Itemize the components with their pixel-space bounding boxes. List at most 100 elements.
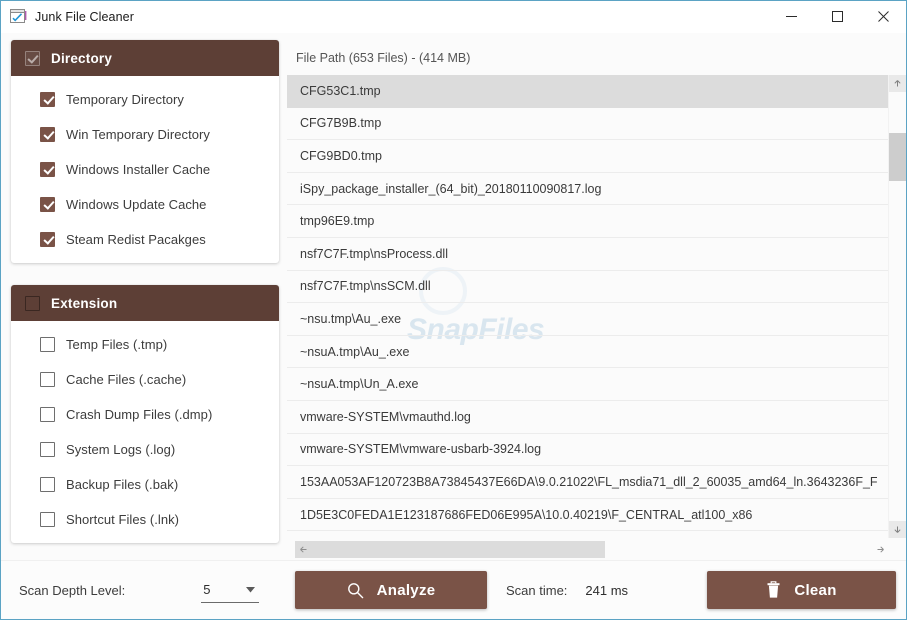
extension-options-list: Temp Files (.tmp) Cache Files (.cache) C… (11, 321, 279, 543)
analyze-button[interactable]: Analyze (295, 571, 487, 609)
scroll-left-arrow-icon (300, 545, 307, 553)
horizontal-scrollbar-row (287, 538, 906, 560)
checkbox-cache-files[interactable] (40, 371, 55, 387)
extension-option-cache-files[interactable]: Cache Files (.cache) (11, 369, 279, 389)
window-title: Junk File Cleaner (35, 9, 134, 24)
scrollbar-corner (889, 538, 906, 560)
scroll-up-button[interactable] (889, 75, 906, 92)
table-row[interactable]: 153AA053AF120723B8A73845437E66DA\9.0.210… (287, 466, 888, 499)
vertical-scroll-thumb[interactable] (889, 133, 906, 181)
checkbox-backup-files[interactable] (40, 476, 55, 492)
directory-option-steam-redist-packages[interactable]: Steam Redist Pacakges (11, 229, 279, 249)
file-list-rows[interactable]: SnapFiles CFG53C1.tmp CFG7B9B.tmp CFG9BD… (287, 75, 888, 538)
checkbox-temp-files[interactable] (40, 336, 55, 352)
scan-time-value: 241 ms (585, 582, 629, 598)
analyze-button-label: Analyze (376, 581, 436, 599)
label-crash-dump-files: Crash Dump Files (.dmp) (66, 406, 213, 422)
directory-option-windows-installer-cache[interactable]: Windows Installer Cache (11, 159, 279, 179)
file-list-body: SnapFiles CFG53C1.tmp CFG7B9B.tmp CFG9BD… (287, 75, 906, 538)
app-window: Junk File Cleaner Directory Temporary Di… (0, 0, 907, 620)
checkbox-steam-redist-packages[interactable] (40, 231, 55, 247)
scroll-right-arrow-icon (877, 545, 884, 553)
horizontal-scroll-thumb[interactable] (295, 540, 605, 558)
label-win-temporary-directory: Win Temporary Directory (66, 126, 210, 142)
scroll-down-button[interactable] (889, 521, 906, 538)
scan-depth-value: 5 (203, 582, 211, 597)
directory-option-temporary-directory[interactable]: Temporary Directory (11, 89, 279, 109)
scan-depth-label: Scan Depth Level: (19, 582, 126, 598)
checkbox-system-logs[interactable] (40, 441, 55, 457)
directory-select-all-checkbox[interactable] (25, 50, 40, 66)
label-steam-redist-packages: Steam Redist Pacakges (66, 231, 206, 247)
scan-time-label: Scan time: (506, 582, 568, 598)
extension-option-shortcut-files[interactable]: Shortcut Files (.lnk) (11, 509, 279, 529)
table-row[interactable]: CFG7B9B.tmp (287, 108, 888, 141)
file-list-column: File Path (653 Files) - (414 MB) SnapFil… (279, 33, 906, 560)
checkbox-windows-update-cache[interactable] (40, 196, 55, 212)
title-bar: Junk File Cleaner (1, 1, 906, 33)
extension-option-temp-files[interactable]: Temp Files (.tmp) (11, 334, 279, 354)
vertical-scrollbar[interactable] (888, 75, 906, 538)
table-row[interactable]: nsf7C7F.tmp\nsSCM.dll (287, 271, 888, 304)
table-row[interactable]: iSpy_package_installer_(64_bit)_20180110… (287, 173, 888, 206)
vertical-scroll-track[interactable] (889, 92, 906, 521)
search-icon (347, 582, 363, 598)
label-windows-update-cache: Windows Update Cache (66, 196, 207, 212)
bottom-toolbar: Scan Depth Level: 5 Analyze Scan time: 2… (1, 560, 906, 619)
table-row[interactable]: tmp96E9.tmp (287, 205, 888, 238)
table-row[interactable]: vmware-SYSTEM\vmauthd.log (287, 401, 888, 434)
scroll-left-button[interactable] (295, 541, 312, 558)
scan-depth-select[interactable]: 5 (201, 577, 260, 603)
directory-panel-title: Directory (51, 50, 113, 66)
scroll-right-button[interactable] (872, 541, 889, 558)
maximize-icon (831, 11, 843, 22)
checkbox-shortcut-files[interactable] (40, 511, 55, 527)
close-icon (877, 11, 889, 22)
table-row[interactable]: ~nsu.tmp\Au_.exe (287, 303, 888, 336)
extension-option-crash-dump-files[interactable]: Crash Dump Files (.dmp) (11, 404, 279, 424)
checkbox-win-temporary-directory[interactable] (40, 126, 55, 142)
file-list-header: File Path (653 Files) - (414 MB) (287, 40, 906, 75)
clean-button-label: Clean (794, 581, 837, 599)
label-temporary-directory: Temporary Directory (66, 91, 184, 107)
extension-panel-header[interactable]: Extension (11, 285, 279, 321)
label-temp-files: Temp Files (.tmp) (66, 336, 168, 352)
app-window-check-icon (10, 9, 27, 24)
trash-icon (767, 581, 780, 598)
checkbox-windows-installer-cache[interactable] (40, 161, 55, 177)
label-windows-installer-cache: Windows Installer Cache (66, 161, 211, 177)
checkbox-crash-dump-files[interactable] (40, 406, 55, 422)
minimize-button[interactable] (768, 1, 814, 32)
table-row[interactable]: ~nsuA.tmp\Un_A.exe (287, 368, 888, 401)
table-row[interactable]: CFG9BD0.tmp (287, 140, 888, 173)
options-column: Directory Temporary Directory Win Tempor… (1, 33, 279, 560)
horizontal-scrollbar[interactable] (295, 538, 889, 560)
label-shortcut-files: Shortcut Files (.lnk) (66, 511, 180, 527)
extension-panel: Extension Temp Files (.tmp) Cache Files … (11, 285, 279, 543)
label-backup-files: Backup Files (.bak) (66, 476, 179, 492)
label-cache-files: Cache Files (.cache) (66, 371, 187, 387)
scan-time: Scan time: 241 ms (506, 583, 628, 598)
extension-panel-title: Extension (51, 295, 118, 311)
directory-panel-header[interactable]: Directory (11, 40, 279, 76)
table-row[interactable]: ~nsuA.tmp\Au_.exe (287, 336, 888, 369)
minimize-icon (785, 16, 797, 17)
extension-option-backup-files[interactable]: Backup Files (.bak) (11, 474, 279, 494)
table-row[interactable]: vmware-SYSTEM\vmware-usbarb-3924.log (287, 434, 888, 467)
directory-option-windows-update-cache[interactable]: Windows Update Cache (11, 194, 279, 214)
window-controls (768, 1, 906, 32)
table-row[interactable]: nsf7C7F.tmp\nsProcess.dll (287, 238, 888, 271)
main-body: Directory Temporary Directory Win Tempor… (1, 33, 906, 560)
directory-options-list: Temporary Directory Win Temporary Direct… (11, 76, 279, 263)
clean-button[interactable]: Clean (707, 571, 896, 609)
scroll-down-arrow-icon (894, 526, 901, 533)
directory-option-win-temporary-directory[interactable]: Win Temporary Directory (11, 124, 279, 144)
table-row[interactable]: CFG53C1.tmp (287, 75, 888, 108)
checkbox-temporary-directory[interactable] (40, 91, 55, 107)
chevron-down-icon (246, 586, 256, 592)
close-button[interactable] (860, 1, 906, 32)
maximize-button[interactable] (814, 1, 860, 32)
extension-select-all-checkbox[interactable] (25, 295, 40, 311)
table-row[interactable]: 1D5E3C0FEDA1E123187686FED06E995A\10.0.40… (287, 499, 888, 532)
extension-option-system-logs[interactable]: System Logs (.log) (11, 439, 279, 459)
